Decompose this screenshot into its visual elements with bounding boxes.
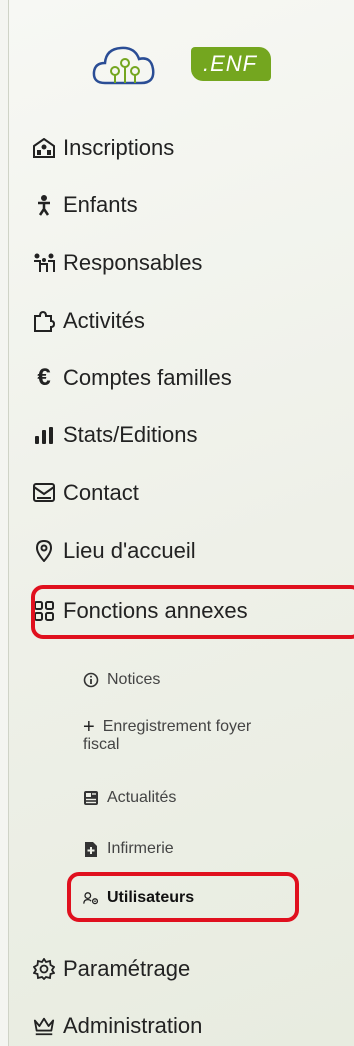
nav-label-inscriptions: Inscriptions — [63, 135, 175, 160]
location-pin-icon — [33, 540, 55, 562]
nav-item-lieu-accueil[interactable]: Lieu d'accueil — [33, 531, 196, 571]
nav-label-administration: Administration — [63, 1013, 203, 1038]
nav-label-comptes-familles: Comptes familles — [63, 365, 232, 390]
nav-label-parametrage: Paramétrage — [63, 956, 191, 981]
mail-icon — [33, 482, 55, 504]
nav-item-enfants[interactable]: Enfants — [33, 185, 138, 225]
nav-item-responsables[interactable]: Responsables — [33, 243, 202, 283]
sub-item-actualites[interactable]: Actualités — [83, 789, 176, 807]
sub-label-infirmerie: Infirmerie — [107, 840, 174, 857]
cloud-network-icon — [92, 46, 155, 85]
plus-icon: + — [83, 716, 95, 738]
nav-label-stats: Stats/Editions — [63, 422, 198, 447]
nav-item-inscriptions[interactable]: Inscriptions — [33, 128, 174, 168]
info-icon — [83, 672, 99, 688]
nav-label-contact: Contact — [63, 480, 139, 505]
sub-label-actualites: Actualités — [107, 789, 177, 806]
family-icon — [33, 252, 55, 274]
sub-label-enregistrement-line2: fiscal — [83, 736, 120, 753]
nav-item-comptes-familles[interactable]: € Comptes familles — [33, 358, 232, 398]
nav-label-responsables: Responsables — [63, 250, 203, 275]
euro-icon: € — [37, 364, 51, 391]
nav-item-activites[interactable]: Activités — [33, 301, 145, 341]
nav-label-activites: Activités — [63, 308, 145, 333]
sub-item-enregistrement-foyer-fiscal[interactable]: + Enregistrement foyer fiscal — [83, 716, 353, 754]
grid-icon — [33, 600, 55, 622]
medical-file-icon — [83, 841, 99, 857]
nav-item-administration[interactable]: Administration — [33, 1006, 202, 1046]
sub-label-enregistrement-line1: Enregistrement foyer — [102, 718, 252, 735]
logo[interactable]: .ENF — [91, 36, 272, 92]
sidebar: .ENF Inscriptions Enfants Responsables A… — [8, 0, 354, 1046]
user-settings-icon — [83, 890, 99, 906]
school-icon — [33, 137, 55, 159]
nav-label-enfants: Enfants — [63, 192, 138, 217]
nav-item-parametrage[interactable]: Paramétrage — [33, 949, 190, 989]
crown-icon — [33, 1015, 55, 1037]
nav-item-stats[interactable]: Stats/Editions — [33, 415, 198, 455]
sub-item-infirmerie[interactable]: Infirmerie — [83, 840, 174, 858]
nav-item-contact[interactable]: Contact — [33, 473, 139, 513]
enf-badge: .ENF — [191, 47, 272, 81]
bar-chart-icon — [33, 424, 55, 446]
nav-label-fonctions-annexes: Fonctions annexes — [63, 598, 248, 623]
sub-label-notices: Notices — [107, 671, 161, 688]
sub-item-notices[interactable]: Notices — [83, 671, 160, 689]
puzzle-icon — [33, 310, 55, 332]
nav-item-fonctions-annexes[interactable]: Fonctions annexes — [33, 591, 248, 631]
nav-label-lieu-accueil: Lieu d'accueil — [63, 538, 196, 563]
gear-icon — [33, 958, 55, 980]
newspaper-icon — [83, 790, 99, 806]
sub-label-utilisateurs: Utilisateurs — [107, 889, 195, 906]
child-icon — [33, 194, 55, 216]
sub-row-enregistrement: + Enregistrement foyer — [83, 716, 252, 738]
sub-item-utilisateurs[interactable]: Utilisateurs — [83, 889, 194, 907]
